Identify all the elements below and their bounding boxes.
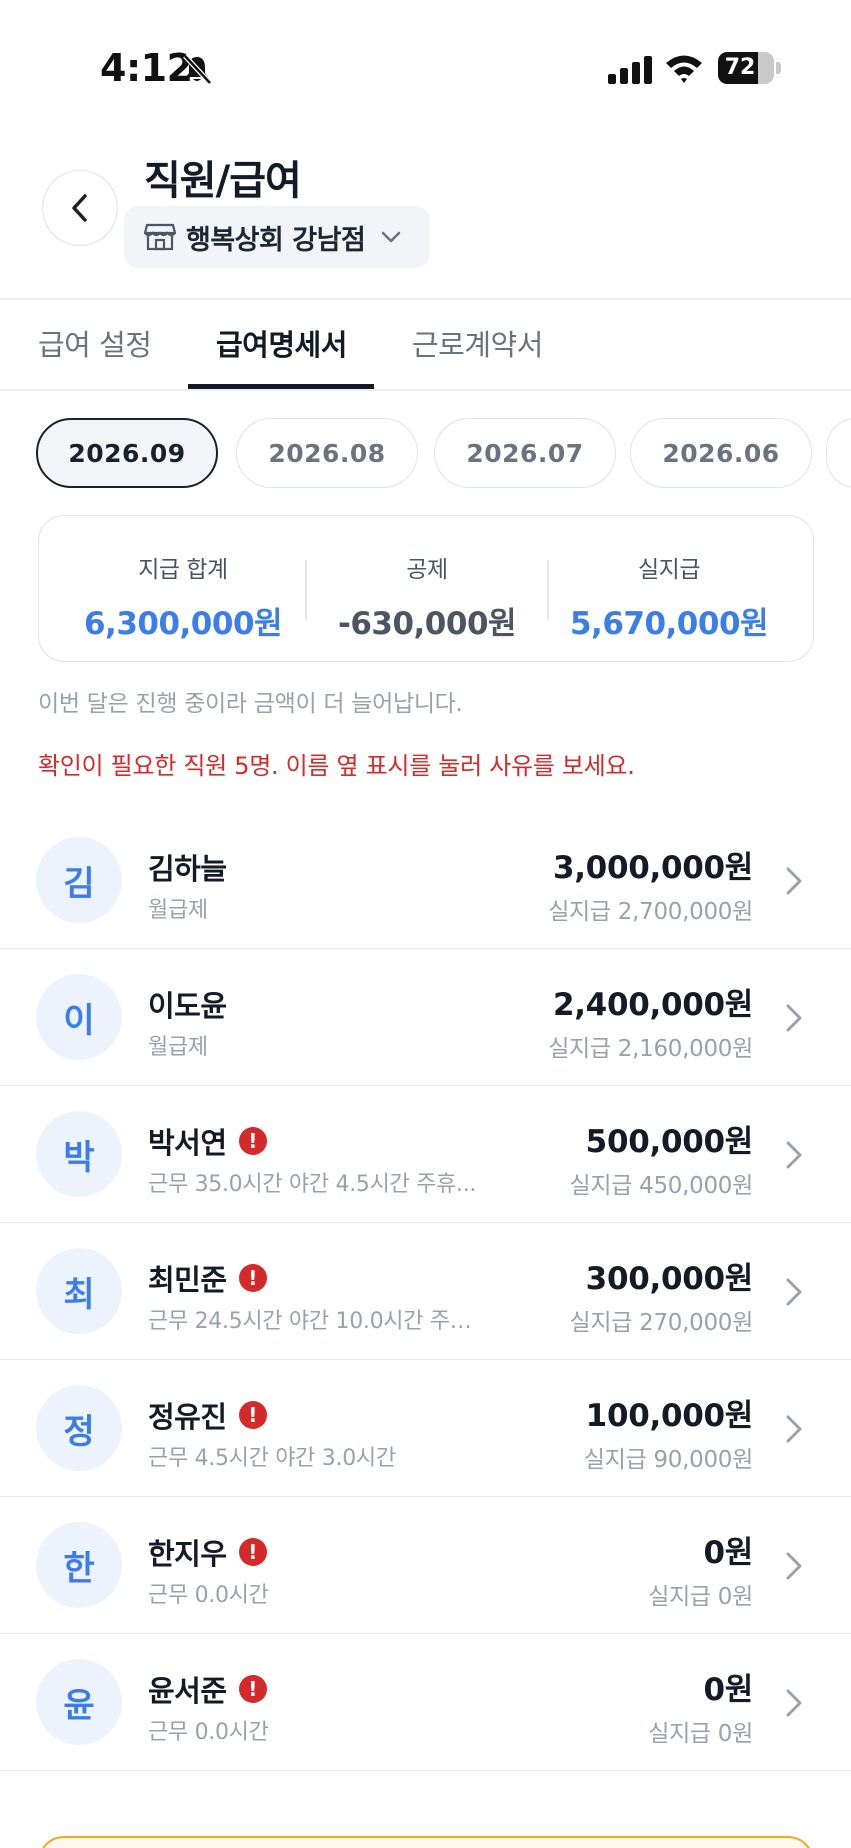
- employee-name: 윤서준: [148, 1674, 227, 1708]
- employee-detail: 근무 0.0시간: [148, 1720, 269, 1745]
- employee-name: 최민준: [148, 1263, 227, 1297]
- employee-gross-amount: 2,400,000원: [552, 987, 753, 1023]
- avatar: 한: [36, 1522, 122, 1608]
- summary-total-label: 지급 합계: [138, 557, 228, 583]
- bottom-notice-card[interactable]: [38, 1836, 814, 1848]
- employee-detail: 근무 24.5시간 야간 10.0시간 주…: [148, 1309, 472, 1334]
- month-chip-more[interactable]: [826, 418, 851, 488]
- employee-gross-amount: 0원: [703, 1672, 754, 1708]
- chevron-right-icon: [786, 1141, 802, 1169]
- employee-name: 박서연: [148, 1126, 227, 1160]
- chevron-right-icon: [786, 1415, 802, 1443]
- employee-detail: 근무 35.0시간 야간 4.5시간 주휴...: [148, 1172, 477, 1197]
- wifi-icon: [666, 55, 702, 83]
- avatar: 김: [36, 837, 122, 923]
- employee-gross-amount: 500,000원: [585, 1124, 754, 1160]
- employee-name-group: 정유진!: [148, 1394, 267, 1436]
- employee-row[interactable]: 윤 윤서준! 근무 0.0시간 0원실지급 0원: [0, 1634, 851, 1771]
- employee-gross-amount: 100,000원: [585, 1398, 754, 1434]
- chevron-right-icon: [786, 867, 802, 895]
- tab-payslip[interactable]: 급여명세서: [216, 322, 347, 364]
- employee-row[interactable]: 최 최민준! 근무 24.5시간 야간 10.0시간 주… 300,000원실지급 2…: [0, 1223, 851, 1360]
- employee-name: 이도윤: [148, 989, 227, 1023]
- avatar: 박: [36, 1111, 122, 1197]
- bell-muted-icon: [183, 54, 212, 85]
- tab-employment-contract[interactable]: 근로계약서: [412, 322, 543, 364]
- employee-name-group: 한지우!: [148, 1531, 267, 1573]
- tabs-divider: [0, 389, 851, 391]
- header-divider: [0, 298, 851, 300]
- employee-detail: 근무 0.0시간: [148, 1583, 269, 1608]
- employee-net-amount: 실지급 0원: [648, 1584, 753, 1610]
- employee-row[interactable]: 이 이도윤월급제 2,400,000원실지급 2,160,000원: [0, 949, 851, 1086]
- employee-net-amount: 실지급 2,160,000원: [548, 1036, 753, 1062]
- warning-message[interactable]: 확인이 필요한 직원 5명. 이름 옆 표시를 눌러 사유를 보세요.: [38, 746, 635, 781]
- battery-level: 72: [724, 55, 756, 80]
- battery-icon: 72: [718, 52, 774, 84]
- summary-card: 지급 합계 6,300,000원 공제 -630,000원 실지급 5,670,…: [38, 515, 814, 662]
- avatar: 최: [36, 1248, 122, 1334]
- month-chip-2026-08[interactable]: 2026.08: [236, 418, 418, 488]
- chevron-right-icon: [786, 1278, 802, 1306]
- alert-icon[interactable]: !: [238, 1264, 267, 1292]
- status-time: 4:12: [100, 46, 193, 90]
- employee-name-group: 김하늘: [148, 846, 227, 888]
- alert-icon[interactable]: !: [238, 1401, 267, 1429]
- chevron-right-icon: [786, 1552, 802, 1580]
- signal-icon: [608, 56, 652, 84]
- battery-cap: [776, 62, 781, 74]
- chevron-right-icon: [786, 1004, 802, 1032]
- alert-icon[interactable]: !: [238, 1675, 267, 1703]
- employee-net-amount: 실지급 0원: [648, 1721, 753, 1747]
- chevron-right-icon: [786, 1689, 802, 1717]
- info-note: 이번 달은 진행 중이라 금액이 더 늘어납니다.: [38, 691, 463, 717]
- employee-row[interactable]: 정 정유진! 근무 4.5시간 야간 3.0시간 100,000원실지급 90,000…: [0, 1360, 851, 1497]
- summary-net-label: 실지급: [638, 557, 700, 583]
- employee-row[interactable]: 한 한지우! 근무 0.0시간 0원실지급 0원: [0, 1497, 851, 1634]
- employee-name-group: 윤서준!: [148, 1668, 267, 1710]
- store-name: 행복상회 강남점: [186, 224, 366, 256]
- employee-detail: 근무 4.5시간 야간 3.0시간: [148, 1446, 396, 1471]
- employee-gross-amount: 0원: [703, 1535, 754, 1571]
- employee-net-amount: 실지급 90,000원: [583, 1447, 753, 1473]
- employee-detail: 월급제: [148, 1035, 208, 1060]
- summary-deduction-label: 공제: [406, 557, 448, 583]
- summary-net-value: 5,670,000원: [569, 606, 769, 642]
- employee-name-group: 최민준!: [148, 1257, 267, 1299]
- summary-deduction-value: -630,000원: [337, 606, 517, 642]
- employee-gross-amount: 300,000원: [585, 1261, 754, 1297]
- employee-name: 정유진: [148, 1400, 227, 1434]
- employee-net-amount: 실지급 2,700,000원: [548, 899, 753, 925]
- employee-name-group: 박서연!: [148, 1120, 267, 1162]
- month-chip-2026-09[interactable]: 2026.09: [36, 418, 218, 488]
- employee-name-group: 이도윤: [148, 983, 227, 1025]
- summary-deduction: 공제 -630,000원: [307, 550, 547, 643]
- summary-total: 지급 합계 6,300,000원: [63, 550, 303, 643]
- employee-gross-amount: 3,000,000원: [552, 850, 753, 886]
- avatar: 윤: [36, 1659, 122, 1745]
- store-icon: [144, 223, 176, 251]
- page-title: 직원/급여: [144, 158, 302, 204]
- avatar: 정: [36, 1385, 122, 1471]
- employee-row[interactable]: 박 박서연! 근무 35.0시간 야간 4.5시간 주휴... 500,000원실지급…: [0, 1086, 851, 1223]
- chevron-left-icon: [72, 194, 87, 222]
- employee-row[interactable]: 김 김하늘월급제 3,000,000원실지급 2,700,000원: [0, 812, 851, 949]
- month-chip-2026-07[interactable]: 2026.07: [434, 418, 616, 488]
- summary-total-value: 6,300,000원: [83, 606, 283, 642]
- employee-name: 한지우: [148, 1537, 227, 1571]
- alert-icon[interactable]: !: [238, 1538, 267, 1566]
- employee-detail: 월급제: [148, 898, 208, 923]
- alert-icon[interactable]: !: [238, 1127, 267, 1155]
- back-button[interactable]: [42, 170, 118, 246]
- store-selector[interactable]: 행복상회 강남점: [124, 206, 430, 268]
- avatar: 이: [36, 974, 122, 1060]
- employee-net-amount: 실지급 450,000원: [569, 1173, 754, 1199]
- tab-pay-settings[interactable]: 급여 설정: [38, 322, 152, 364]
- status-bar: 4:12 72: [0, 0, 851, 140]
- summary-net: 실지급 5,670,000원: [549, 550, 789, 643]
- chevron-down-icon: [382, 231, 401, 243]
- month-chip-2026-06[interactable]: 2026.06: [630, 418, 812, 488]
- employee-name: 김하늘: [148, 852, 227, 886]
- employee-net-amount: 실지급 270,000원: [569, 1310, 754, 1336]
